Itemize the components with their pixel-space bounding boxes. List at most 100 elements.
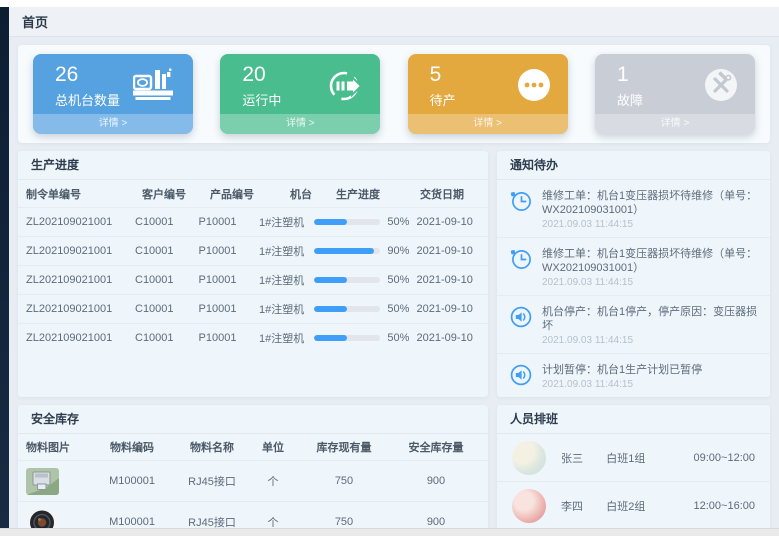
- stat-card-fault[interactable]: 1 故障: [595, 54, 755, 134]
- safety-stock-panel: 安全库存 物料图片 物料编码 物料名称 单位 库存现有量 安全库存量: [18, 405, 488, 528]
- stat-value: 26: [55, 63, 120, 87]
- stat-value: 5: [430, 63, 456, 87]
- progress-bar: [314, 277, 380, 283]
- table-row: ZL202109021001 C10001 P10001 1#注塑机 50% 2…: [18, 294, 488, 323]
- panel-title: 通知待办: [497, 151, 770, 180]
- customer-no: C10001: [125, 303, 185, 315]
- progress-bar: [314, 306, 380, 312]
- panel-title: 生产进度: [18, 151, 488, 180]
- machine-icon: [133, 67, 177, 108]
- table-header: 物料图片 物料编码 物料名称 单位 库存现有量 安全库存量: [18, 434, 488, 460]
- stat-label: 故障: [617, 90, 643, 109]
- unit: 个: [250, 514, 296, 528]
- staff-schedule-panel: 人员排班 张三 白班1组 09:00~12:00 李四 白班2组 12:00~1…: [497, 405, 770, 528]
- inventory-table: 物料图片 物料编码 物料名称 单位 库存现有量 安全库存量: [18, 434, 488, 528]
- detail-link[interactable]: 详情 >: [408, 114, 568, 134]
- stat-card-total-machines[interactable]: 26 总机台数量: [33, 54, 193, 134]
- notifications-panel: 通知待办 维修工单：机台1变压器损坏待维修（单号：WX202109031001）…: [497, 151, 770, 397]
- panel-title: 人员排班: [497, 405, 770, 434]
- notification-text: 机台停产：机台1停产，停产原因：变压器损坏: [542, 305, 758, 333]
- window-bottom-edge: [0, 528, 779, 536]
- notification-time: 2021.09.03 11:44:15: [542, 219, 758, 230]
- clock-icon: [509, 247, 533, 271]
- machine: 1#注塑机: [251, 301, 312, 317]
- table-row: ZL202109021001 C10001 P10001 1#注塑机 50% 2…: [18, 207, 488, 236]
- progress-label: 50%: [387, 274, 409, 286]
- stat-value: 1: [617, 63, 643, 87]
- table-row: ZL202109021001 C10001 P10001 1#注塑机 50% 2…: [18, 323, 488, 352]
- customer-no: C10001: [125, 216, 185, 228]
- stock-qty: 750: [296, 475, 392, 487]
- notification-item[interactable]: 计划暂停：机台1生产计划已暂停 2021.09.03 11:44:15: [497, 354, 770, 397]
- customer-no: C10001: [125, 274, 185, 286]
- staff-row: 张三 白班1组 09:00~12:00: [497, 434, 770, 482]
- notification-item[interactable]: 维修工单：机台1变压器损坏待维修（单号：WX202109031001） 2021…: [497, 180, 770, 238]
- order-no: ZL202109021001: [26, 274, 125, 286]
- delivery-date: 2021-09-10: [409, 245, 480, 257]
- clock-icon: [509, 189, 533, 213]
- dashboard-content: 26 总机台数量: [9, 37, 779, 528]
- delivery-date: 2021-09-10: [409, 332, 480, 344]
- material-name: RJ45接口: [174, 473, 250, 489]
- progress-bar: [314, 248, 380, 254]
- notification-text: 计划暂停：机台1生产计划已暂停: [542, 363, 702, 377]
- window-top-edge: [0, 0, 779, 7]
- notification-item[interactable]: 维修工单：机台1变压器损坏待维修（单号：WX202109031001） 2021…: [497, 238, 770, 296]
- detail-link[interactable]: 详情 >: [220, 114, 380, 134]
- production-table: 制令单编号 客户编号 产品编号 机台 生产进度 交货日期 ZL202109021…: [18, 180, 488, 352]
- collapsed-sidebar[interactable]: [0, 7, 9, 528]
- stat-value: 20: [242, 63, 281, 87]
- notification-item[interactable]: 机台停产：机台1停产，停产原因：变压器损坏 2021.09.03 11:44:1…: [497, 296, 770, 354]
- stat-card-running[interactable]: 20 运行中 详情 >: [220, 54, 380, 134]
- main-area: 首页 26 总机台数量: [9, 7, 779, 528]
- table-header: 制令单编号 客户编号 产品编号 机台 生产进度 交货日期: [18, 180, 488, 207]
- customer-no: C10001: [125, 332, 185, 344]
- order-no: ZL202109021001: [26, 245, 125, 257]
- avatar: [512, 441, 546, 475]
- running-cycle-icon: [326, 67, 364, 110]
- panel-title: 安全库存: [18, 405, 488, 434]
- ellipsis-icon: [516, 67, 552, 108]
- tools-icon: [703, 67, 739, 108]
- safety-qty: 900: [392, 475, 480, 487]
- staff-name: 李四: [561, 498, 606, 514]
- material-code: M100001: [90, 516, 174, 528]
- staff-row: 李四 白班2组 12:00~16:00: [497, 482, 770, 528]
- notification-text: 维修工单：机台1变压器损坏待维修（单号：WX202109031001）: [542, 247, 758, 275]
- notification-time: 2021.09.03 11:44:15: [542, 335, 758, 346]
- progress-bar: [314, 219, 380, 225]
- speaker-icon: [509, 305, 533, 329]
- customer-no: C10001: [125, 245, 185, 257]
- unit: 个: [250, 473, 296, 489]
- delivery-date: 2021-09-10: [409, 303, 480, 315]
- table-row: M100001 RJ45接口 个 750 900: [18, 460, 488, 501]
- order-no: ZL202109021001: [26, 303, 125, 315]
- detail-link[interactable]: 详情 >: [595, 114, 755, 134]
- stock-qty: 750: [296, 516, 392, 528]
- table-row: ZL202109021001 C10001 P10001 1#注塑机 50% 2…: [18, 265, 488, 294]
- material-name: RJ45接口: [174, 514, 250, 528]
- table-row: M100001 RJ45接口 个 750 900: [18, 501, 488, 528]
- production-progress-panel: 生产进度 制令单编号 客户编号 产品编号 机台 生产进度 交货日期 ZL2021…: [18, 151, 488, 397]
- delivery-date: 2021-09-10: [409, 274, 480, 286]
- stat-label: 运行中: [242, 90, 281, 109]
- progress-label: 50%: [387, 332, 409, 344]
- stat-card-waiting[interactable]: 5 待产 详情 >: [408, 54, 568, 134]
- detail-link[interactable]: 详情 >: [33, 114, 193, 134]
- staff-shift: 白班2组: [606, 498, 665, 514]
- staff-name: 张三: [561, 450, 606, 466]
- machine: 1#注塑机: [251, 272, 312, 288]
- tab-home[interactable]: 首页: [22, 12, 48, 31]
- progress-label: 50%: [387, 216, 409, 228]
- order-no: ZL202109021001: [26, 216, 125, 228]
- staff-shift: 白班1组: [606, 450, 665, 466]
- notification-time: 2021.09.03 11:44:15: [542, 379, 702, 390]
- avatar: [512, 489, 546, 523]
- speaker-icon: [509, 363, 533, 387]
- notification-time: 2021.09.03 11:44:15: [542, 277, 758, 288]
- delivery-date: 2021-09-10: [409, 216, 480, 228]
- product-no: P10001: [184, 303, 251, 315]
- stat-label: 总机台数量: [55, 90, 120, 109]
- staff-time: 09:00~12:00: [666, 452, 755, 464]
- product-no: P10001: [184, 332, 251, 344]
